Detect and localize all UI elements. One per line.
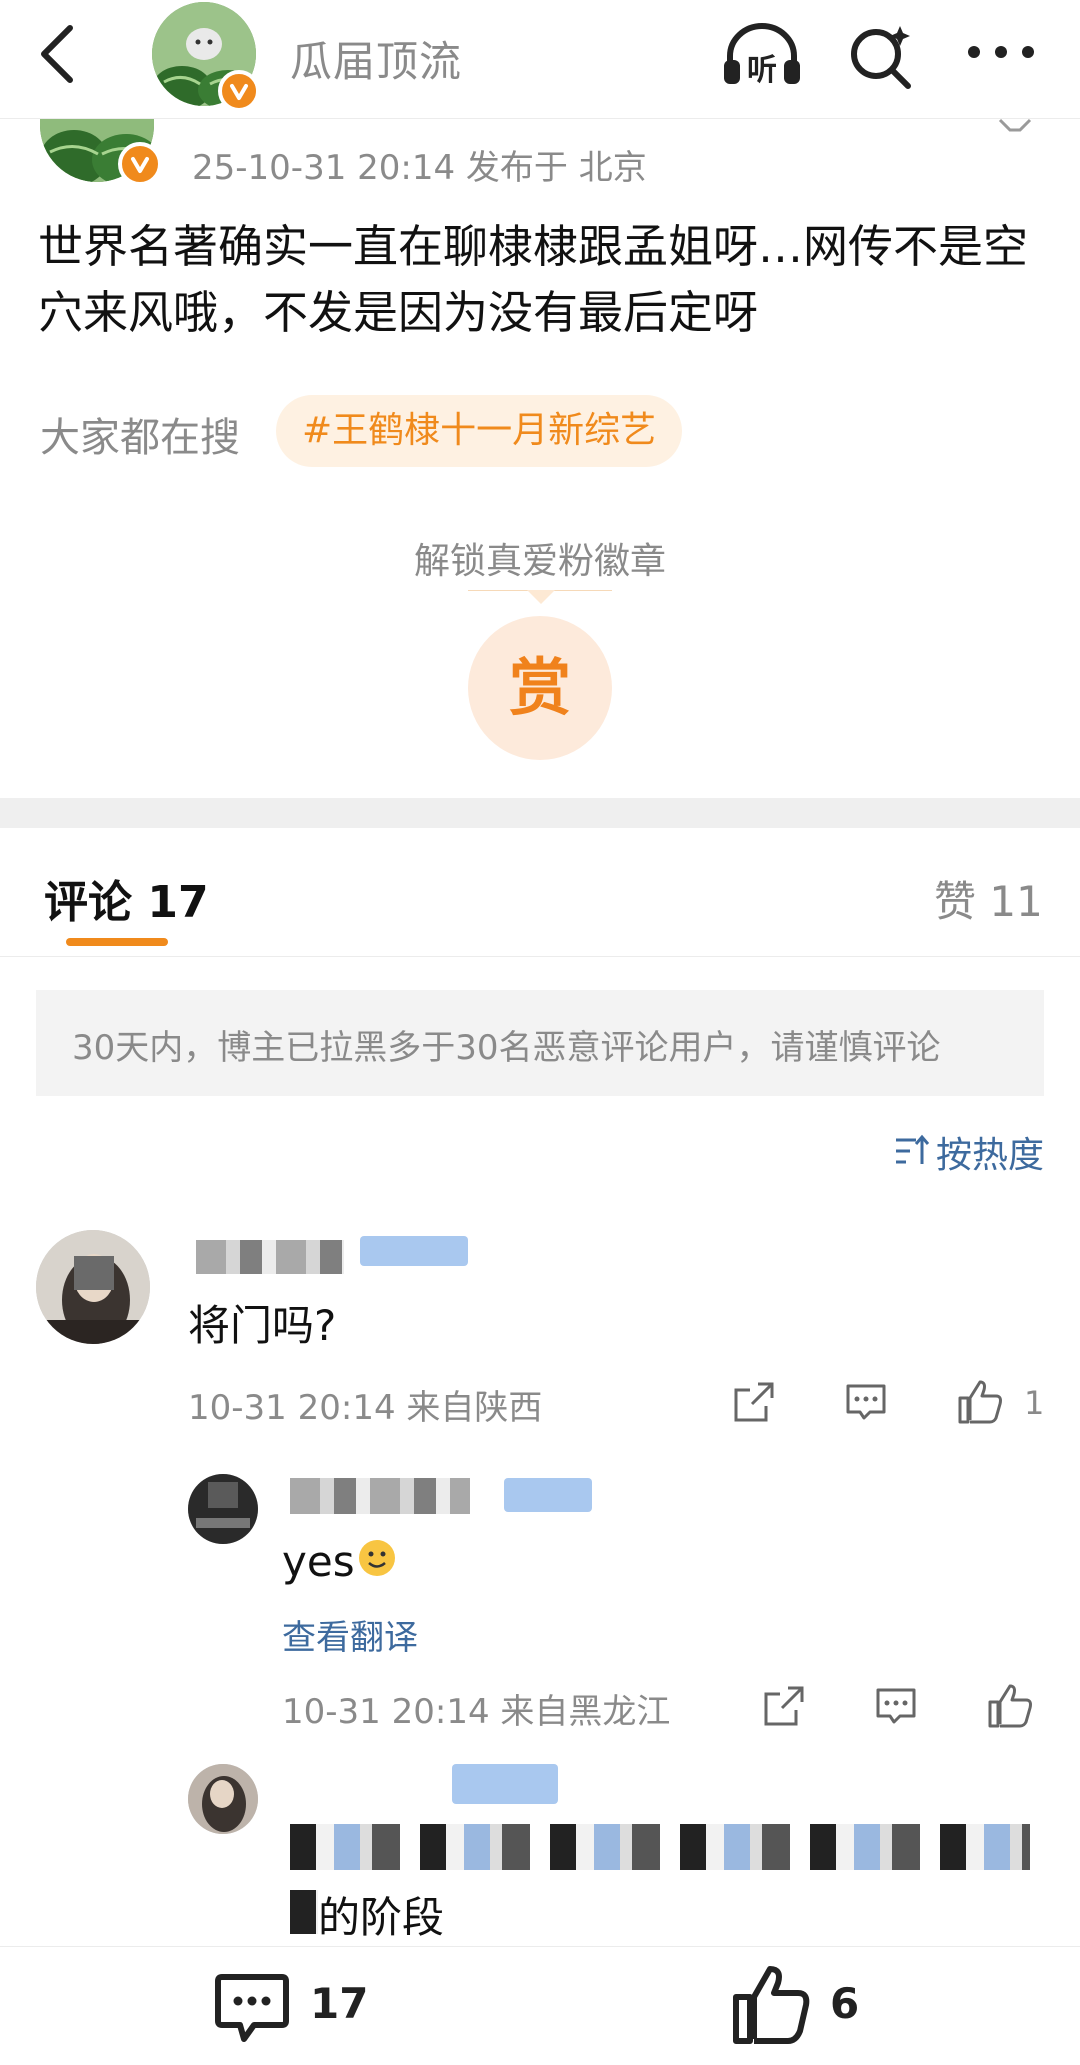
- like-icon[interactable]: [956, 1378, 1004, 1426]
- listen-icon[interactable]: 听: [720, 22, 804, 88]
- sort-by-hot-button[interactable]: 按热度: [936, 1126, 1044, 1178]
- back-icon[interactable]: [34, 22, 78, 86]
- active-tab-indicator: [66, 938, 168, 946]
- moderation-notice-text: 30天内，博主已拉黑多于30名恶意评论用户，请谨慎评论: [72, 1028, 941, 1068]
- replier-name[interactable]: [290, 1478, 470, 1514]
- divider: [0, 956, 1080, 957]
- post-body: 世界名著确实一直在聊棣棣跟孟姐呀…网传不是空穴来风哦，不发是因为没有最后定呀: [38, 220, 1029, 339]
- obscured-reply-text: [290, 1824, 1030, 1870]
- replier-badge: [452, 1764, 558, 1804]
- tab-likes-count: 11: [989, 877, 1043, 926]
- bottom-comment-count: 17: [310, 1979, 369, 2028]
- more-icon[interactable]: [966, 44, 1036, 60]
- comment-text: 将门吗?: [188, 1301, 337, 1350]
- moderation-notice: 30天内，博主已拉黑多于30名恶意评论用户，请谨慎评论: [36, 990, 1044, 1096]
- commenter-name[interactable]: [196, 1240, 344, 1274]
- top-nav-bar: 瓜届顶流 听: [0, 0, 1080, 119]
- emoji-icon: [358, 1540, 395, 1576]
- pointer-arrow: [527, 590, 555, 604]
- like-icon[interactable]: [730, 1963, 812, 2047]
- reply-meta: 10-31 20:14 来自黑龙江: [282, 1692, 671, 1732]
- comment-meta: 10-31 20:14 来自陕西: [188, 1388, 543, 1428]
- obscured-fragment: [290, 1890, 318, 1934]
- listen-label: 听: [747, 53, 777, 88]
- comment-icon[interactable]: [214, 1971, 290, 2045]
- tab-likes-label: 赞: [934, 877, 977, 926]
- reply-text-tail: 的阶段: [318, 1893, 445, 1942]
- star-icon[interactable]: [996, 118, 1034, 132]
- comment-like-count: 1: [1024, 1384, 1045, 1422]
- verified-badge-icon: [218, 70, 260, 112]
- bottom-action-bar: 17 6: [0, 1946, 1080, 2065]
- reply-text: yes: [282, 1536, 399, 1586]
- like-icon[interactable]: [986, 1682, 1034, 1730]
- tab-comments[interactable]: 评论 17: [44, 866, 209, 930]
- search-icon[interactable]: [848, 20, 914, 90]
- replier-badge: [504, 1478, 592, 1512]
- blogger-name[interactable]: 瓜届顶流: [290, 28, 462, 89]
- bottom-like-count: 6: [830, 1979, 860, 2028]
- commenter-badge: [360, 1236, 468, 1266]
- tab-comments-label: 评论: [44, 877, 132, 928]
- verified-badge-icon: [118, 142, 162, 186]
- share-icon[interactable]: [732, 1380, 776, 1424]
- tab-likes[interactable]: 赞 11: [934, 868, 1043, 929]
- section-divider: [0, 798, 1080, 828]
- replier-avatar[interactable]: [188, 1474, 258, 1544]
- trending-topic-pill[interactable]: #王鹤棣十一月新综艺: [276, 395, 683, 467]
- reply-text-content: yes: [282, 1537, 355, 1586]
- reply-icon[interactable]: [874, 1684, 918, 1728]
- tab-comments-count: 17: [147, 877, 209, 928]
- post-meta: 25-10-31 20:14 发布于 北京: [192, 148, 647, 188]
- commenter-avatar[interactable]: [36, 1230, 150, 1344]
- view-translation-link[interactable]: 查看翻译: [282, 1610, 418, 1659]
- trending-search-label: 大家都在搜: [40, 415, 240, 461]
- unlock-badge-label[interactable]: 解锁真爱粉徽章: [0, 532, 1080, 584]
- replier-avatar[interactable]: [188, 1764, 258, 1834]
- reply-icon[interactable]: [844, 1380, 888, 1424]
- reward-button[interactable]: 赏: [468, 616, 612, 760]
- share-icon[interactable]: [762, 1684, 806, 1728]
- sort-icon[interactable]: [894, 1134, 930, 1168]
